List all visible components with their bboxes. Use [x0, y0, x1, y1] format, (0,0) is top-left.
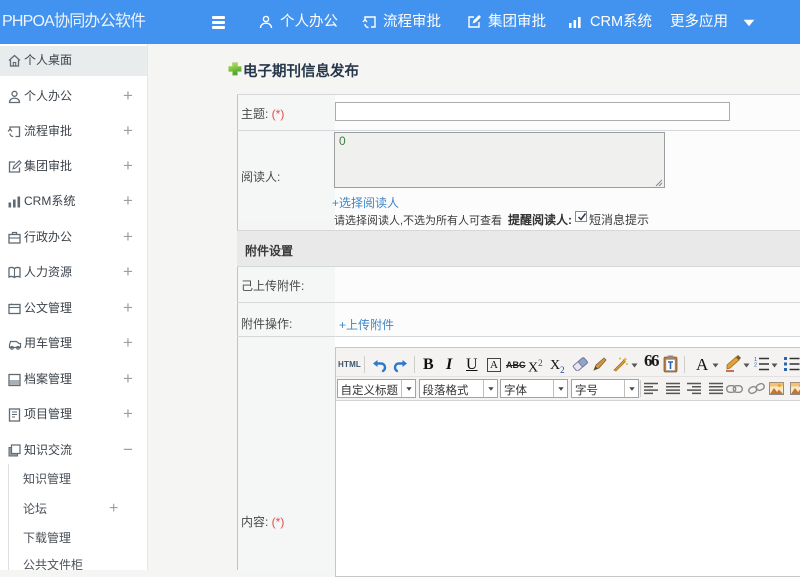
svg-text:2: 2	[754, 363, 757, 369]
